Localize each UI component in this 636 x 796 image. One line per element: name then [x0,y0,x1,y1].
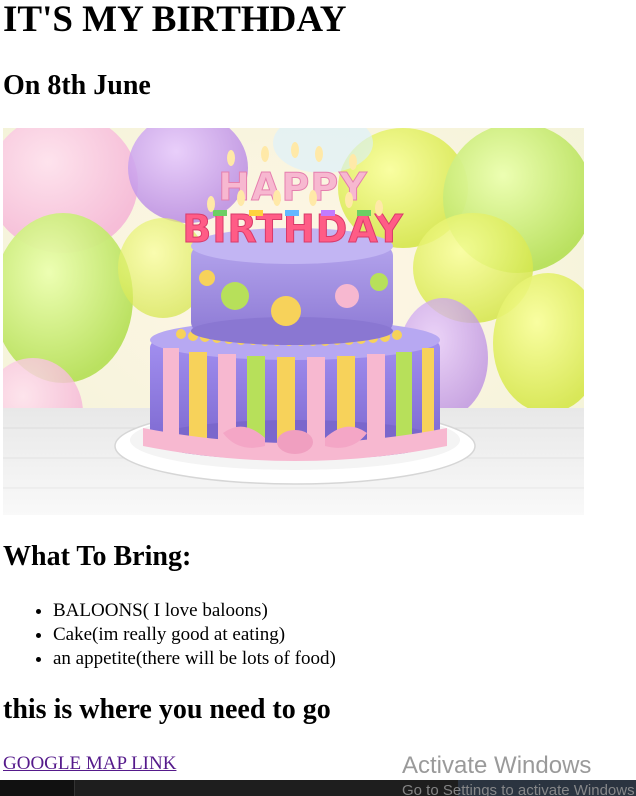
list-item: BALOONS( I love baloons) [53,599,336,623]
cake-illustration: HAPPY BIRTHDAY [3,128,584,515]
directions-heading: this is where you need to go [3,694,331,725]
date-heading: On 8th June [3,70,151,101]
activate-windows-watermark-title: Activate Windows [402,752,592,779]
google-map-link[interactable]: GOOGLE MAP LINK [3,752,176,776]
bring-list: BALOONS( I love baloons) Cake(im really … [0,599,336,671]
web-page: IT'S MY BIRTHDAY On 8th June HAPPY BIRTH… [0,0,636,796]
activate-windows-watermark-subtitle: Go to Settings to activate Windows. [402,782,636,796]
taskbar-start-area[interactable] [0,780,75,796]
list-item: an appetite(there will be lots of food) [53,647,336,671]
what-to-bring-heading: What To Bring: [3,541,192,572]
list-item: Cake(im really good at eating) [53,623,336,647]
birthday-cake-image: HAPPY BIRTHDAY [3,128,584,515]
page-title: IT'S MY BIRTHDAY [3,0,347,40]
